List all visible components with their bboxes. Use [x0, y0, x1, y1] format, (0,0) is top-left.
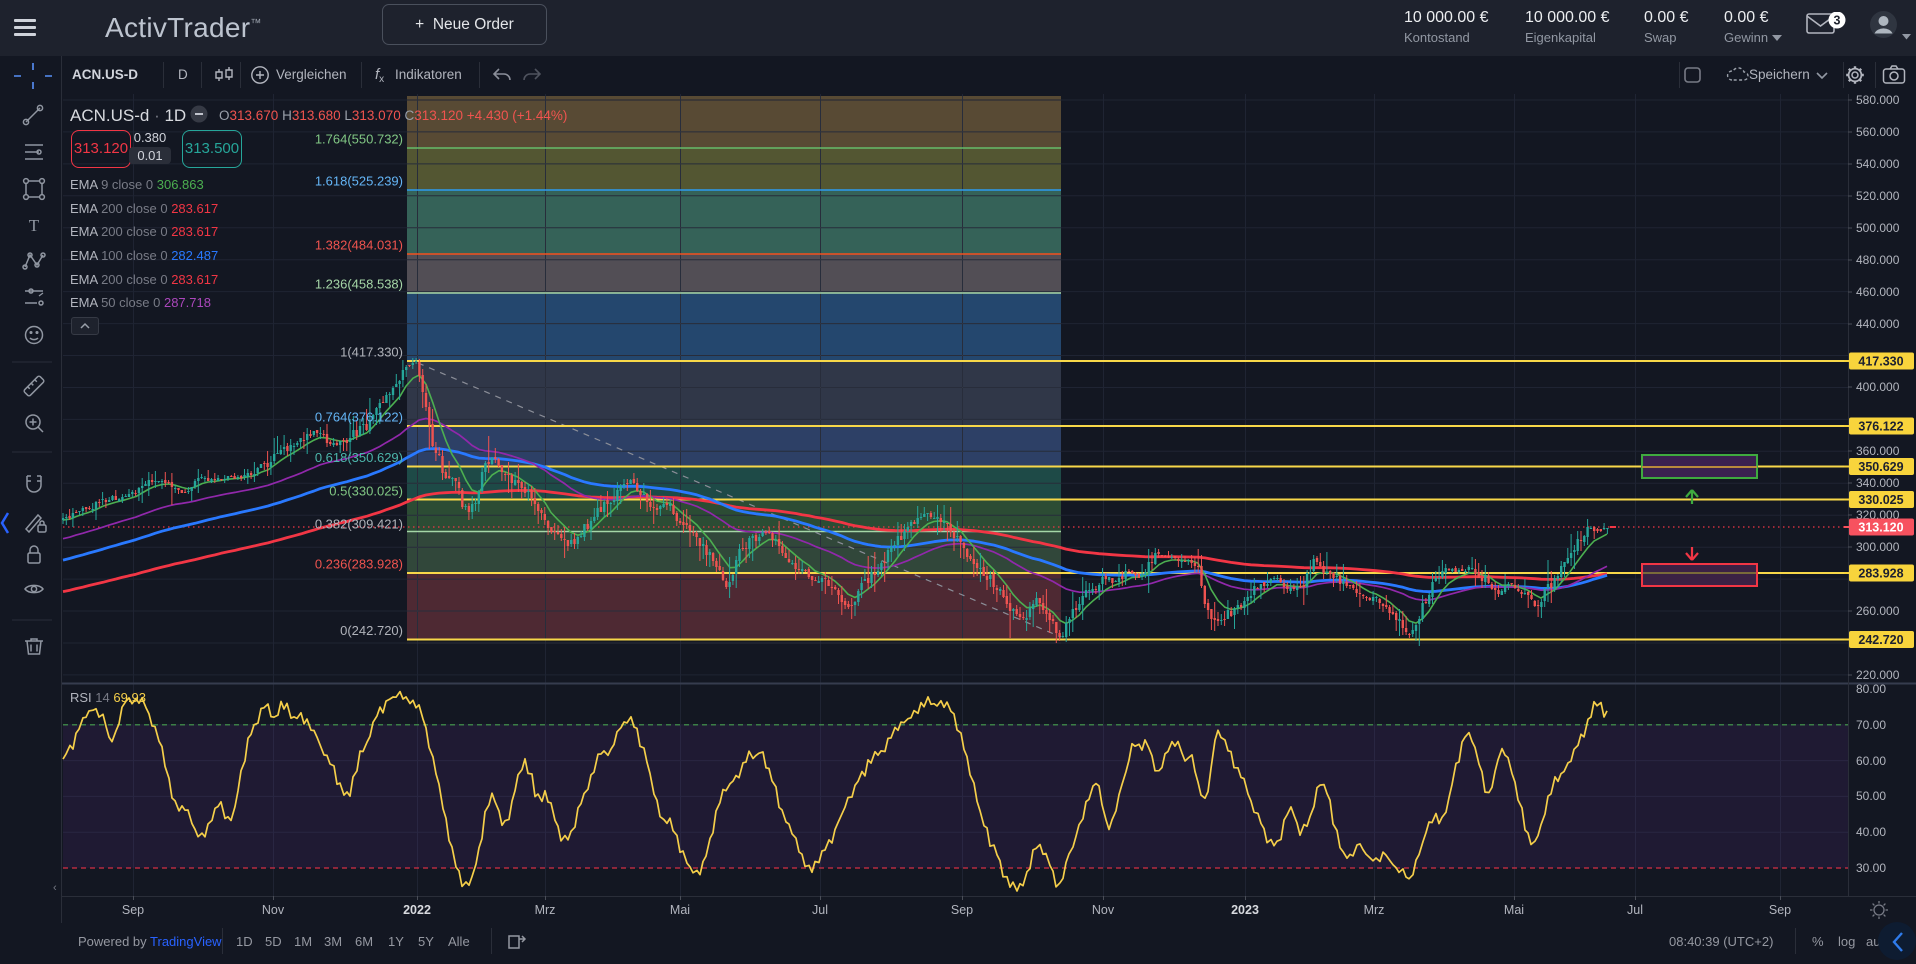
svg-text:0(242.720): 0(242.720) [340, 623, 403, 638]
svg-text:500.000: 500.000 [1856, 221, 1900, 235]
svg-text:417.330: 417.330 [1858, 355, 1903, 369]
svg-text:400.000: 400.000 [1856, 380, 1900, 394]
svg-text:242.720: 242.720 [1858, 633, 1903, 647]
svg-text:540.000: 540.000 [1856, 157, 1900, 171]
svg-text:50.00: 50.00 [1856, 789, 1886, 803]
svg-text:1(417.330): 1(417.330) [340, 345, 403, 360]
svg-text:480.000: 480.000 [1856, 253, 1900, 267]
svg-text:440.000: 440.000 [1856, 317, 1900, 331]
svg-text:260.000: 260.000 [1856, 604, 1900, 618]
svg-text:70.00: 70.00 [1856, 718, 1886, 732]
svg-text:30.00: 30.00 [1856, 861, 1886, 875]
svg-text:Mrz: Mrz [535, 903, 556, 917]
svg-text:Mai: Mai [1504, 903, 1524, 917]
svg-text:313.120: 313.120 [1858, 521, 1903, 535]
svg-text:Sep: Sep [122, 903, 144, 917]
svg-text:2023: 2023 [1231, 903, 1259, 917]
svg-text:80.00: 80.00 [1856, 682, 1886, 696]
svg-text:340.000: 340.000 [1856, 476, 1900, 490]
svg-text:Mrz: Mrz [1364, 903, 1385, 917]
svg-text:Jul: Jul [812, 903, 828, 917]
svg-text:0.236(283.928): 0.236(283.928) [315, 557, 403, 572]
svg-text:330.025: 330.025 [1858, 493, 1903, 507]
svg-text:0.764(376.122): 0.764(376.122) [315, 410, 403, 425]
svg-text:40.00: 40.00 [1856, 825, 1886, 839]
svg-text:Sep: Sep [1769, 903, 1791, 917]
svg-text:Jul: Jul [1627, 903, 1643, 917]
svg-text:580.000: 580.000 [1856, 94, 1900, 107]
svg-text:1.764(550.732): 1.764(550.732) [315, 132, 403, 147]
svg-text:Nov: Nov [262, 903, 285, 917]
svg-text:360.000: 360.000 [1856, 444, 1900, 458]
svg-text:1.236(458.538): 1.236(458.538) [315, 277, 403, 292]
svg-text:0.618(350.629): 0.618(350.629) [315, 450, 403, 465]
svg-text:283.928: 283.928 [1858, 567, 1903, 581]
svg-text:2022: 2022 [403, 903, 431, 917]
svg-text:3: 3 [1834, 14, 1841, 28]
svg-text:220.000: 220.000 [1856, 668, 1900, 682]
svg-text:0.382(309.421): 0.382(309.421) [315, 517, 403, 532]
svg-text:376.122: 376.122 [1858, 420, 1903, 434]
svg-text:Mai: Mai [670, 903, 690, 917]
svg-text:1.618(525.239): 1.618(525.239) [315, 174, 403, 189]
svg-text:Nov: Nov [1092, 903, 1115, 917]
svg-text:1.382(484.031): 1.382(484.031) [315, 238, 403, 253]
svg-text:0.5(330.025): 0.5(330.025) [329, 484, 403, 499]
svg-text:300.000: 300.000 [1856, 540, 1900, 554]
svg-text:T: T [29, 216, 40, 235]
svg-text:520.000: 520.000 [1856, 189, 1900, 203]
svg-text:Sep: Sep [951, 903, 973, 917]
svg-text:60.00: 60.00 [1856, 754, 1886, 768]
svg-text:460.000: 460.000 [1856, 285, 1900, 299]
svg-text:560.000: 560.000 [1856, 125, 1900, 139]
svg-text:350.629: 350.629 [1858, 460, 1903, 474]
